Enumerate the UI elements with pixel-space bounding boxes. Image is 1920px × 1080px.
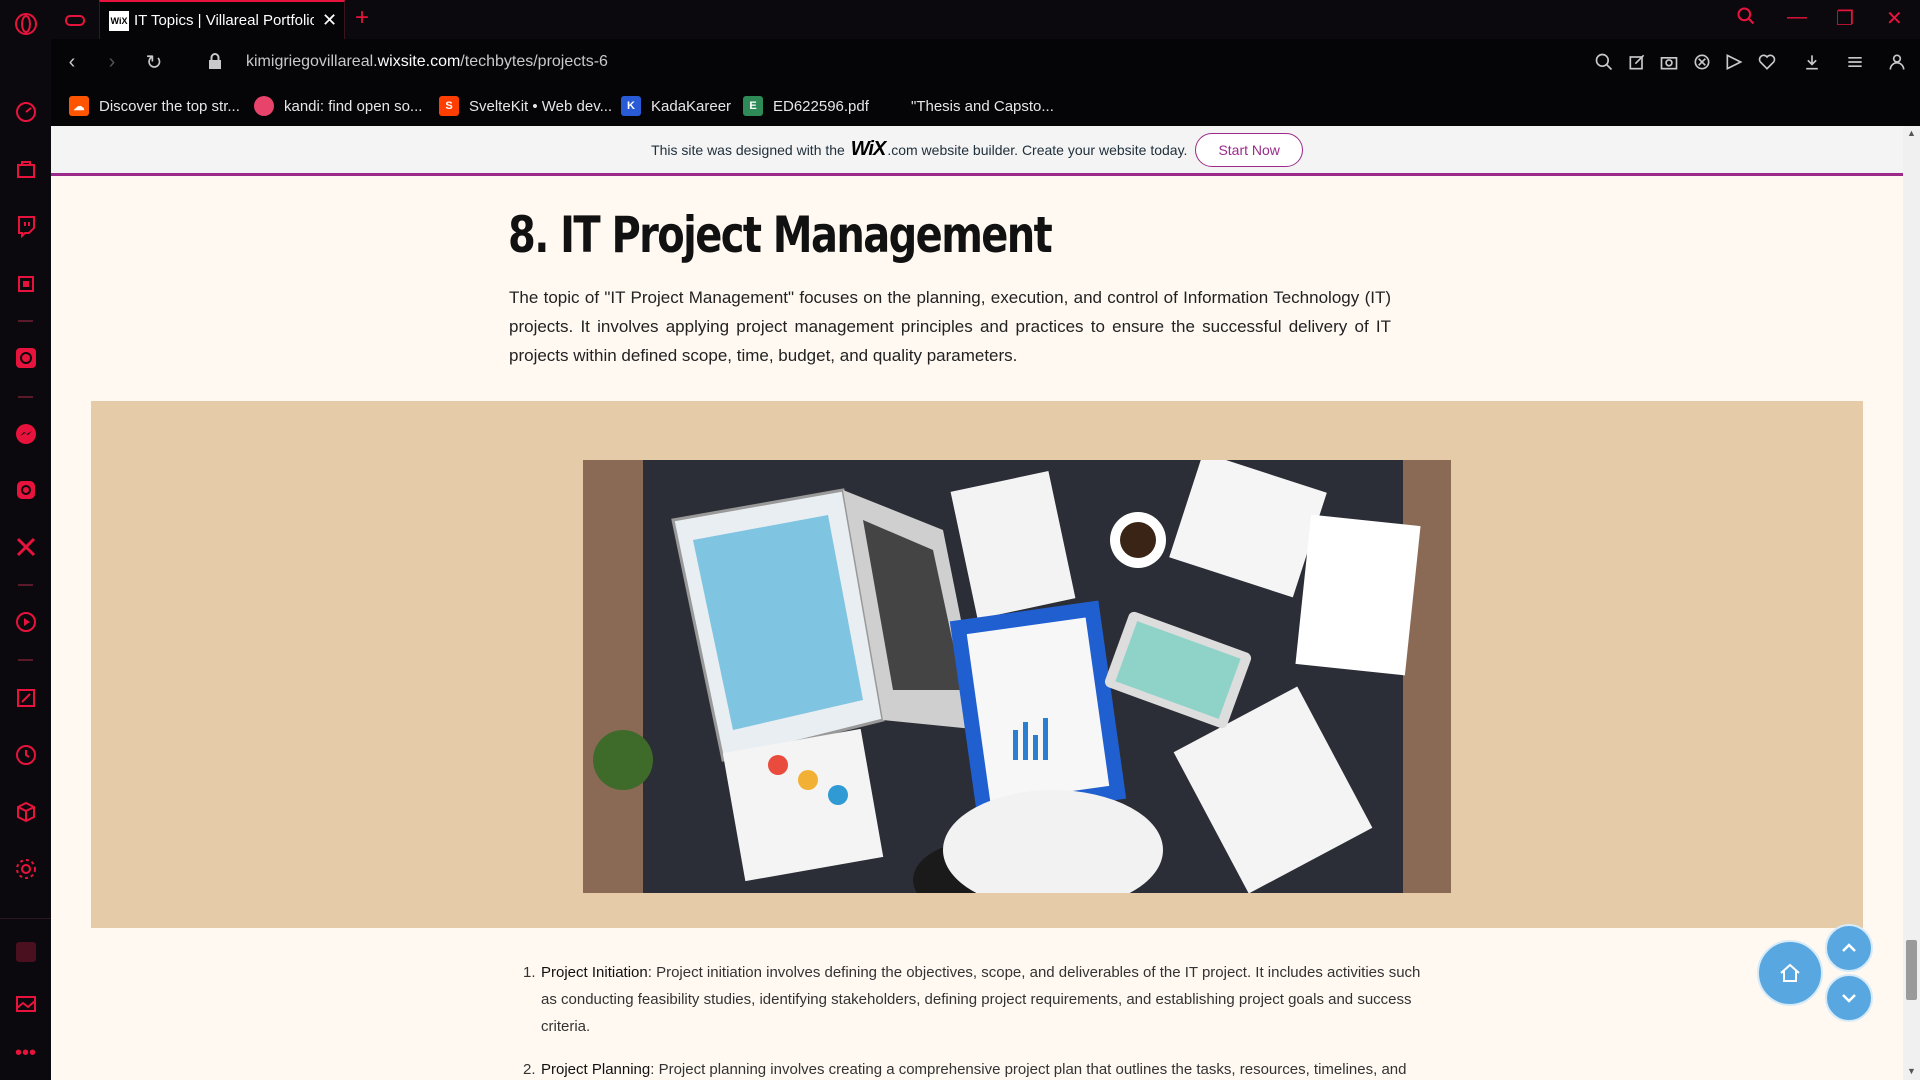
- settings-gear-icon[interactable]: [12, 855, 39, 882]
- bookmark-item[interactable]: S SvelteKit • Web dev...: [439, 94, 612, 118]
- list-item: 1. Project Initiation: Project initiatio…: [523, 959, 1423, 1040]
- kadakareer-icon: K: [621, 96, 641, 116]
- svelte-icon: S: [439, 96, 459, 116]
- chatgpt-icon[interactable]: [12, 344, 39, 371]
- scroll-down-arrow-icon[interactable]: ▼: [1906, 1066, 1917, 1076]
- bookmark-item[interactable]: kandi: find open so...: [254, 94, 422, 118]
- scroll-down-button[interactable]: [1825, 974, 1873, 1022]
- twitch-icon[interactable]: [12, 212, 39, 239]
- bookmark-item[interactable]: "Thesis and Capsto...: [911, 94, 1054, 118]
- eric-icon: E: [743, 96, 763, 116]
- back-icon[interactable]: ‹: [61, 51, 83, 73]
- step-text: Project Initiation: Project initiation i…: [541, 959, 1423, 1040]
- bookmark-label: SvelteKit • Web dev...: [469, 97, 613, 115]
- list-item: 2. Project Planning: Project planning in…: [523, 1056, 1423, 1080]
- ad-blocker-icon[interactable]: [1692, 52, 1712, 72]
- step-title: Project Initiation: [541, 964, 648, 981]
- page-title: 8. IT Project Management: [508, 206, 1053, 264]
- sidebar-divider: [18, 584, 33, 586]
- home-icon: [1780, 963, 1800, 982]
- search-tabs-icon[interactable]: [1736, 6, 1756, 32]
- more-options-icon[interactable]: •••: [12, 1040, 39, 1067]
- scroll-thumb[interactable]: [1906, 940, 1917, 1000]
- snapshot-camera-icon[interactable]: [1659, 52, 1679, 72]
- page-scrollbar[interactable]: ▲ ▼: [1903, 126, 1920, 1080]
- profile-icon[interactable]: [1887, 52, 1907, 72]
- wix-favicon-icon: WiX: [109, 10, 129, 31]
- forward-icon[interactable]: ›: [101, 51, 123, 73]
- start-now-button[interactable]: Start Now: [1195, 132, 1303, 167]
- share-edit-icon[interactable]: [1627, 52, 1647, 72]
- restore-icon[interactable]: ❐: [1836, 6, 1854, 31]
- wix-banner-text: This site was designed with the WiX .com …: [651, 138, 1187, 161]
- bookmark-label: ED622596.pdf: [773, 97, 869, 115]
- zoom-search-icon[interactable]: [1594, 52, 1614, 72]
- bookmark-label: kandi: find open so...: [284, 97, 423, 115]
- chip-icon[interactable]: [12, 270, 39, 297]
- x-twitter-icon[interactable]: [12, 533, 39, 560]
- step-text: Project Planning: Project planning invol…: [541, 1056, 1406, 1080]
- soundcloud-icon: ☁: [69, 96, 89, 116]
- bookmark-item[interactable]: E ED622596.pdf: [743, 94, 869, 118]
- gamepad-icon[interactable]: [61, 6, 88, 33]
- bookmark-item[interactable]: ☁ Discover the top str...: [69, 94, 240, 118]
- messenger-icon[interactable]: [12, 420, 39, 447]
- close-window-icon[interactable]: ✕: [1886, 6, 1903, 31]
- pinboard-icon[interactable]: [12, 684, 39, 711]
- bookmark-item[interactable]: K KadaKareer: [621, 94, 731, 118]
- wix-banner: This site was designed with the WiX .com …: [51, 126, 1903, 176]
- step-number: 1.: [523, 964, 536, 981]
- reload-icon[interactable]: ↻: [143, 51, 165, 74]
- kandi-icon: [254, 96, 274, 116]
- tab-close-icon[interactable]: ✕: [322, 10, 337, 31]
- step-number: 2.: [523, 1061, 536, 1078]
- workspace-icon[interactable]: [12, 938, 39, 965]
- image-band: [91, 401, 1863, 928]
- extensions-cube-icon[interactable]: [12, 798, 39, 825]
- bookmarks-bar: ☁ Discover the top str... kandi: find op…: [51, 86, 1920, 126]
- easy-setup-icon[interactable]: [1845, 52, 1865, 72]
- new-tab-icon[interactable]: +: [355, 4, 369, 32]
- bookmark-label: "Thesis and Capsto...: [911, 97, 1054, 115]
- wix-logo: WiX: [850, 138, 887, 160]
- project-management-photo: [583, 460, 1451, 893]
- step-title: Project Planning: [541, 1061, 651, 1078]
- wix-banner-text-before: This site was designed with the: [651, 141, 845, 158]
- address-bar: ‹ › ↻ kimigriegovillareal.wixsite.com/te…: [51, 39, 1920, 86]
- download-icon[interactable]: [1802, 52, 1822, 72]
- chevron-down-icon: [1842, 994, 1856, 1003]
- sidebar-divider: [18, 659, 33, 661]
- steps-list: 1. Project Initiation: Project initiatio…: [523, 959, 1423, 1080]
- sidebar-divider: [0, 918, 51, 919]
- instagram-icon[interactable]: [12, 476, 39, 503]
- lock-icon[interactable]: [208, 53, 222, 70]
- bookmark-label: KadaKareer: [651, 97, 732, 115]
- scroll-up-button[interactable]: [1825, 924, 1873, 972]
- sidebar-divider: [18, 320, 33, 322]
- history-icon[interactable]: [12, 741, 39, 768]
- home-button[interactable]: [1757, 940, 1823, 1006]
- speed-dial-icon[interactable]: [12, 98, 39, 125]
- intro-paragraph: The topic of "IT Project Management" foc…: [509, 288, 1391, 365]
- player-icon[interactable]: [12, 608, 39, 635]
- tab-title: IT Topics | Villareal Portfolio: [134, 12, 314, 29]
- step-body: : Project initiation involves defining t…: [541, 964, 1421, 1035]
- wix-banner-text-after: .com website builder. Create your websit…: [887, 141, 1188, 158]
- sidebar-divider: [18, 396, 33, 398]
- gallery-icon[interactable]: [12, 990, 39, 1017]
- minimize-icon[interactable]: —: [1787, 6, 1807, 29]
- page-viewport: This site was designed with the WiX .com …: [51, 126, 1903, 1080]
- active-tab[interactable]: WiX IT Topics | Villareal Portfolio ✕: [99, 0, 345, 39]
- scroll-up-arrow-icon[interactable]: ▲: [1906, 128, 1917, 138]
- send-icon[interactable]: [1724, 52, 1744, 72]
- browser-sidebar: •••: [0, 0, 51, 1080]
- bookmark-label: Discover the top str...: [99, 97, 240, 115]
- chevron-up-icon: [1842, 943, 1856, 952]
- url-field[interactable]: kimigriegovillareal.wixsite.com/techbyte…: [246, 53, 608, 71]
- shopping-icon[interactable]: [12, 155, 39, 182]
- bookmark-heart-icon[interactable]: [1757, 52, 1777, 72]
- step-body: : Project planning involves creating a c…: [650, 1061, 1407, 1078]
- opera-logo-icon[interactable]: [12, 10, 39, 37]
- tab-strip: WiX IT Topics | Villareal Portfolio ✕ + …: [51, 0, 1920, 39]
